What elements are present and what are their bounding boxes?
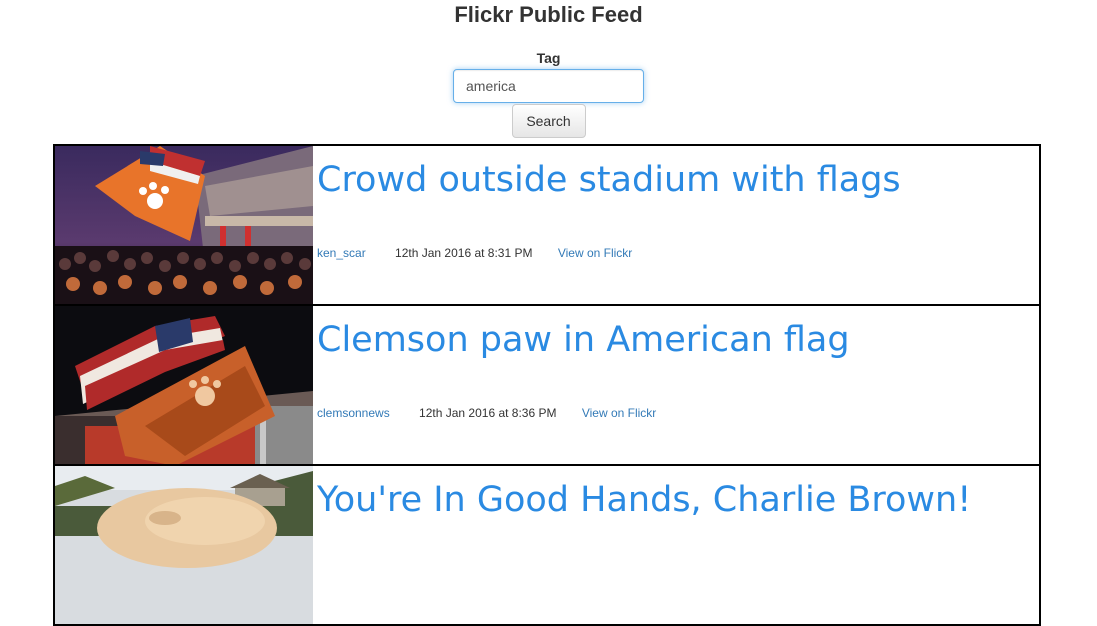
photo-thumbnail[interactable] bbox=[55, 466, 313, 624]
search-form: Tag Search bbox=[0, 50, 1097, 138]
author-link[interactable]: clemsonnews bbox=[317, 406, 390, 420]
photo-title-link[interactable]: You're In Good Hands, Charlie Brown! bbox=[317, 478, 971, 522]
photo-meta: clemsonnews 12th Jan 2016 at 8:36 PM Vie… bbox=[317, 405, 656, 421]
search-button[interactable]: Search bbox=[511, 104, 586, 138]
author-link[interactable]: ken_scar bbox=[317, 246, 366, 260]
page-title: Flickr Public Feed bbox=[454, 2, 643, 27]
published-date: 12th Jan 2016 at 8:31 PM bbox=[395, 246, 533, 260]
view-on-flickr-link[interactable]: View on Flickr bbox=[582, 406, 656, 420]
tag-label: Tag bbox=[536, 50, 561, 66]
feed-item: Crowd outside stadium with flags ken_sca… bbox=[53, 144, 1041, 306]
published-date: 12th Jan 2016 at 8:36 PM bbox=[419, 406, 557, 420]
photo-title-link[interactable]: Clemson paw in American flag bbox=[317, 318, 850, 362]
feed-item: You're In Good Hands, Charlie Brown! bbox=[53, 464, 1041, 626]
view-on-flickr-link[interactable]: View on Flickr bbox=[558, 246, 632, 260]
feed-list: Crowd outside stadium with flags ken_sca… bbox=[53, 144, 1041, 626]
photo-thumbnail[interactable] bbox=[55, 146, 313, 304]
tag-input[interactable] bbox=[453, 69, 644, 103]
feed-item: Clemson paw in American flag clemsonnews… bbox=[53, 304, 1041, 466]
photo-thumbnail[interactable] bbox=[55, 306, 313, 464]
photo-meta: ken_scar 12th Jan 2016 at 8:31 PM View o… bbox=[317, 245, 632, 261]
photo-title-link[interactable]: Crowd outside stadium with flags bbox=[317, 158, 901, 202]
